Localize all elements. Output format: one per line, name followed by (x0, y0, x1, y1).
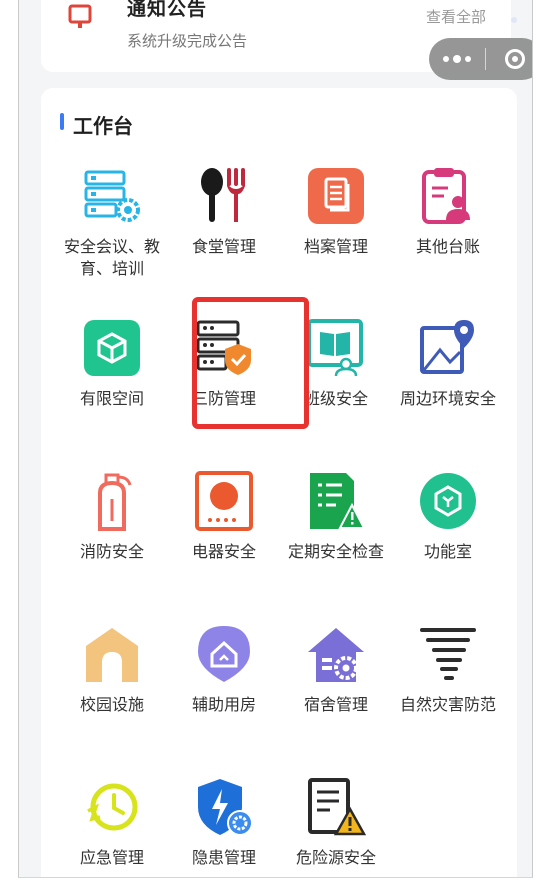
grid-item-hazard-management[interactable]: 隐患管理 (168, 777, 280, 877)
extinguisher-icon (82, 471, 142, 531)
tornado-icon (418, 624, 478, 684)
mini-program-capsule (429, 38, 532, 80)
grid-item-confined-space[interactable]: 有限空间 (56, 318, 168, 448)
grid-item-natural-disaster[interactable]: 自然灾害防范 (392, 624, 504, 754)
grid-item-label: 消防安全 (79, 542, 144, 561)
grid-item-label: 宿舍管理 (303, 695, 368, 714)
selection-highlight (192, 297, 309, 429)
grid-item-other-ledger[interactable]: 其他台账 (392, 166, 504, 296)
grid-item-electrical-safety[interactable]: 电器安全 (168, 471, 280, 601)
phone-frame: 通知公告 系统升级完成公告 查看全部 工作台 安全会议、教育、培训 食堂管理 档… (18, 0, 533, 878)
grid-item-label: 档案管理 (303, 237, 368, 256)
grid-item-label: 安全会议、教育、培训 (63, 237, 160, 278)
grid-item-periodic-check[interactable]: 定期安全检查 (280, 471, 392, 601)
more-dots-icon[interactable] (429, 38, 485, 80)
grid-item-label: 食堂管理 (191, 237, 256, 256)
house-pin-icon (194, 624, 254, 684)
notice-bell-icon (68, 4, 92, 28)
view-all-link[interactable]: 查看全部 (426, 6, 486, 27)
house-gear-icon (306, 624, 366, 684)
workbench-card: 工作台 安全会议、教育、培训 食堂管理 档案管理 其他台账 有限空间 三防管理 … (41, 88, 517, 877)
grid-item-campus-facilities[interactable]: 校园设施 (56, 624, 168, 754)
cube-icon (82, 318, 142, 378)
grid-item-archive[interactable]: 档案管理 (280, 166, 392, 296)
stove-icon (194, 471, 254, 531)
map-pin-icon (418, 318, 478, 378)
checklist-warning-icon (306, 471, 366, 531)
grid-item-label: 有限空间 (79, 389, 144, 408)
grid-item-label: 电器安全 (191, 542, 256, 561)
grid-item-dormitory[interactable]: 宿舍管理 (280, 624, 392, 754)
notice-title: 通知公告 (127, 0, 208, 20)
hexagon-icon (418, 471, 478, 531)
grid-item-label: 自然灾害防范 (399, 695, 496, 714)
alarm-clock-icon (82, 777, 142, 837)
section-accent-bar (60, 113, 64, 130)
grid-item-label: 校园设施 (79, 695, 144, 714)
grid-item-safety-meeting[interactable]: 安全会议、教育、培训 (56, 166, 168, 296)
grid-item-function-room[interactable]: 功能室 (392, 471, 504, 601)
target-icon[interactable] (486, 38, 532, 80)
grid-item-label: 周边环境安全 (399, 389, 496, 408)
shield-bolt-icon (194, 777, 254, 837)
school-gate-icon (82, 624, 142, 684)
grid-item-label: 辅助用房 (191, 695, 256, 714)
notice-subtitle[interactable]: 系统升级完成公告 (127, 30, 247, 51)
notice-dot (511, 17, 517, 23)
clipboard-user-icon (418, 166, 478, 226)
grid-item-surroundings[interactable]: 周边环境安全 (392, 318, 504, 448)
grid-item-canteen[interactable]: 食堂管理 (168, 166, 280, 296)
server-gear-icon (82, 166, 142, 226)
grid-item-label: 应急管理 (79, 848, 144, 867)
workbench-title: 工作台 (73, 114, 133, 138)
grid-item-label: 其他台账 (415, 237, 480, 256)
grid-item-emergency[interactable]: 应急管理 (56, 777, 168, 877)
grid-item-label: 定期安全检查 (287, 542, 384, 561)
grid-item-hazard-source[interactable]: 危险源安全 (280, 777, 392, 877)
grid-item-fire-safety[interactable]: 消防安全 (56, 471, 168, 601)
grid-item-label: 危险源安全 (295, 848, 376, 867)
grid-item-auxiliary-room[interactable]: 辅助用房 (168, 624, 280, 754)
spoon-fork-icon (194, 166, 254, 226)
grid-item-label: 功能室 (423, 542, 472, 561)
document-warning-icon (306, 777, 366, 837)
document-icon (306, 166, 366, 226)
grid-item-label: 隐患管理 (191, 848, 256, 867)
book-user-icon (306, 318, 366, 378)
